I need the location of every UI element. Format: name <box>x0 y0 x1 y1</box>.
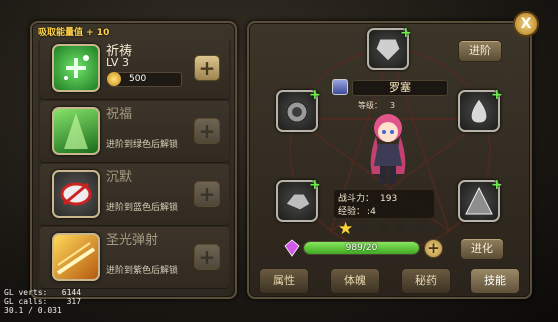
power-row: 战斗力： 193 <box>338 191 397 204</box>
skill-unlock-text: 进阶到绿色后解锁 <box>106 140 179 150</box>
equip-plus-icon: + <box>309 87 321 103</box>
power-label: 战斗力： <box>338 194 375 204</box>
absorb-energy-label: 吸取能量值 + 10 <box>38 28 110 38</box>
skill-name: 沉默 <box>106 170 133 185</box>
close-button[interactable]: X <box>513 11 539 37</box>
tab-physique[interactable]: 体魄 <box>330 268 380 294</box>
skill-row-pray[interactable]: 祈祷 LV 3 500 + <box>40 38 229 100</box>
silence-skill-icon <box>52 170 100 218</box>
star-rating: ★★★★★ <box>338 220 429 238</box>
equip-plus-icon: + <box>309 177 321 193</box>
skill-row-bless[interactable]: 祝福 进阶到绿色后解锁 + <box>40 101 229 163</box>
evolve-button[interactable]: 进化 <box>460 238 504 260</box>
add-energy-button[interactable]: + <box>424 239 443 258</box>
hero-name: 罗塞 <box>352 80 448 96</box>
energy-bar: 989/20 <box>303 241 420 255</box>
hero-character-sprite <box>370 114 406 184</box>
gem-icon <box>284 239 300 257</box>
skill-level: LV 3 <box>106 56 129 69</box>
upgrade-skill-button[interactable]: + <box>194 244 220 270</box>
tab-attributes[interactable]: 属性 <box>259 268 309 294</box>
skill-row-silence[interactable]: 沉默 进阶到蓝色后解锁 + <box>40 164 229 226</box>
star-empty-icon: ★ <box>356 219 375 239</box>
advance-button[interactable]: 进阶 <box>458 40 502 62</box>
debug-gl-verts: GL verts: 6144 <box>4 288 82 297</box>
star-empty-icon: ★ <box>392 219 411 239</box>
pray-skill-icon <box>52 44 100 92</box>
skill-name: 圣光弹射 <box>106 233 159 248</box>
upgrade-skill-button[interactable]: + <box>194 181 220 207</box>
upgrade-skill-button[interactable]: + <box>194 55 220 81</box>
coin-icon <box>107 72 121 86</box>
skill-unlock-text: 进阶到蓝色后解锁 <box>106 203 179 213</box>
equip-plus-icon: + <box>491 177 503 193</box>
equip-plus-icon: + <box>491 87 503 103</box>
exp-value: 4 <box>370 207 376 217</box>
skill-unlock-text: 进阶到紫色后解锁 <box>106 266 179 276</box>
holy-bounce-skill-icon <box>52 233 100 281</box>
energy-text: 989/20 <box>345 243 378 253</box>
debug-gl-calls: GL calls: 317 <box>4 297 82 306</box>
skill-cost-box: 500 <box>107 72 182 87</box>
hero-rank-icon <box>332 79 348 95</box>
star-filled-icon: ★ <box>338 219 357 239</box>
skill-row-holy-bounce[interactable]: 圣光弹射 进阶到紫色后解锁 + <box>40 227 229 289</box>
exp-row: 经验：:4 <box>338 207 376 217</box>
tab-elixir[interactable]: 秘药 <box>401 268 451 294</box>
skill-cost: 500 <box>129 74 147 84</box>
power-value: 193 <box>380 194 398 204</box>
star-empty-icon: ★ <box>374 219 393 239</box>
tab-skills[interactable]: 技能 <box>470 268 520 294</box>
bless-skill-icon <box>52 107 100 155</box>
skill-name: 祝福 <box>106 107 133 122</box>
hero-stats-box: 战斗力： 193 经验：:4 <box>334 190 434 218</box>
exp-label: 经验： <box>338 207 366 217</box>
upgrade-skill-button[interactable]: + <box>194 118 220 144</box>
star-empty-icon: ★ <box>411 219 430 239</box>
equip-plus-icon: + <box>400 25 412 41</box>
debug-fps: 30.1 / 0.031 <box>4 306 62 315</box>
